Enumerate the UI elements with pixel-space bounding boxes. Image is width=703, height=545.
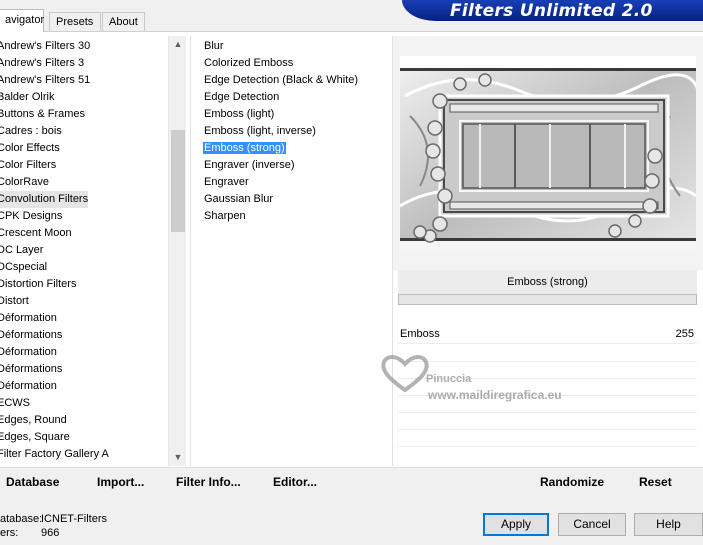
param-label: Emboss: [400, 328, 440, 340]
param-separator: [398, 343, 697, 344]
category-item[interactable]: Buttons & Frames: [0, 106, 168, 123]
banner-title: Filters Unlimited 2.0: [450, 1, 653, 21]
watermark-url: www.maildiregrafica.eu: [428, 388, 562, 402]
tab-navigator[interactable]: avigator: [0, 9, 44, 32]
scroll-thumb[interactable]: [171, 130, 185, 232]
category-item[interactable]: Déformation: [0, 378, 168, 395]
category-item[interactable]: Convolution Filters: [0, 191, 88, 208]
editor-button[interactable]: Editor...: [273, 475, 317, 489]
category-item[interactable]: Déformations: [0, 327, 168, 344]
filter-item-label: Emboss (light): [204, 108, 275, 120]
help-button[interactable]: Help: [634, 513, 703, 536]
category-item[interactable]: ColorRave: [0, 174, 168, 191]
import-button[interactable]: Import...: [97, 475, 144, 489]
tab-navigator-label: avigator: [5, 14, 45, 26]
tab-presets-label: Presets: [56, 16, 94, 28]
filter-item[interactable]: Edge Detection (Black & White): [204, 72, 384, 89]
param-separator: [398, 412, 697, 413]
filters-count-value: 966: [41, 527, 60, 539]
category-item[interactable]: Déformation: [0, 344, 168, 361]
category-scrollbar[interactable]: ▲ ▼: [168, 36, 186, 466]
tab-about[interactable]: About: [102, 12, 145, 31]
category-item[interactable]: Distortion Filters: [0, 276, 168, 293]
category-item[interactable]: Distort: [0, 293, 168, 310]
param-value: 255: [675, 328, 694, 340]
reset-button[interactable]: Reset: [639, 475, 672, 489]
database-info: atabase: ICNET-Filters: [0, 513, 107, 525]
filter-item[interactable]: Emboss (light): [204, 106, 384, 123]
filter-item-label: Gaussian Blur: [204, 193, 274, 205]
filter-item-label: Emboss (light, inverse): [204, 125, 316, 137]
category-item[interactable]: Déformation: [0, 310, 168, 327]
tab-about-label: About: [109, 16, 138, 28]
category-item[interactable]: DCspecial: [0, 259, 168, 276]
filter-item[interactable]: Gaussian Blur: [204, 191, 384, 208]
randomize-button[interactable]: Randomize: [540, 475, 604, 489]
category-item[interactable]: CPK Designs: [0, 208, 168, 225]
param-row-emboss[interactable]: Emboss 255: [398, 325, 697, 343]
filter-item[interactable]: Colorized Emboss: [204, 55, 384, 72]
filter-item[interactable]: Emboss (strong): [203, 140, 384, 157]
list-divider: [190, 36, 191, 466]
tab-presets[interactable]: Presets: [49, 12, 101, 31]
cancel-button[interactable]: Cancel: [558, 513, 626, 536]
filter-item-label: Emboss (strong): [203, 142, 286, 154]
filter-item-label: Engraver: [204, 176, 249, 188]
filter-item[interactable]: Emboss (light, inverse): [204, 123, 384, 140]
filters-count-label: ers:: [0, 527, 19, 539]
category-item[interactable]: Andrew's Filters 3: [0, 55, 168, 72]
watermark-name: Pinuccia: [426, 373, 472, 385]
category-item[interactable]: Cadres : bois: [0, 123, 168, 140]
category-item[interactable]: Edges, Round: [0, 412, 168, 429]
category-item[interactable]: Andrew's Filters 51: [0, 72, 168, 89]
filter-item-label: Sharpen: [204, 210, 246, 222]
filter-item-label: Edge Detection: [204, 91, 280, 103]
watermark-heart-icon: [378, 352, 432, 397]
category-item[interactable]: Déformations: [0, 361, 168, 378]
filter-item-label: Edge Detection (Black & White): [204, 74, 359, 86]
filter-item[interactable]: Engraver (inverse): [204, 157, 384, 174]
param-separator: [398, 429, 697, 430]
database-value: ICNET-Filters: [41, 513, 107, 525]
filters-count-info: ers: 966: [0, 527, 59, 539]
filter-item[interactable]: Blur: [204, 38, 384, 55]
database-label: atabase:: [0, 513, 43, 525]
category-item[interactable]: Crescent Moon: [0, 225, 168, 242]
scroll-down-icon[interactable]: ▼: [169, 449, 187, 466]
database-button[interactable]: Database: [6, 475, 59, 489]
scroll-up-icon[interactable]: ▲: [169, 36, 187, 53]
filter-item[interactable]: Edge Detection: [204, 89, 384, 106]
progress-bar: [398, 294, 697, 305]
filter-item-label: Engraver (inverse): [204, 159, 295, 171]
param-separator: [398, 446, 697, 447]
filter-list[interactable]: Blur Colorized Emboss Edge Detection (Blac…: [203, 38, 384, 225]
category-item[interactable]: Balder Olrik: [0, 89, 168, 106]
filter-item-label: Blur: [204, 40, 224, 52]
category-item[interactable]: Filter Factory Gallery A: [0, 446, 168, 463]
filter-item[interactable]: Sharpen: [204, 208, 384, 225]
param-separator: [398, 361, 697, 362]
category-item[interactable]: Color Filters: [0, 157, 168, 174]
preview-image: [400, 56, 696, 253]
filter-item[interactable]: Engraver: [204, 174, 384, 191]
filter-name-display: Emboss (strong): [398, 270, 697, 294]
category-list[interactable]: Andrew's Filters 30 Andrew's Filters 3 And…: [0, 38, 168, 466]
category-item[interactable]: Filter Factory Gallery B: [0, 463, 168, 466]
category-item[interactable]: ECWS: [0, 395, 168, 412]
filter-info-button[interactable]: Filter Info...: [176, 475, 241, 489]
category-item[interactable]: Color Effects: [0, 140, 168, 157]
category-item[interactable]: Andrew's Filters 30: [0, 38, 168, 55]
category-item[interactable]: Edges, Square: [0, 429, 168, 446]
category-item[interactable]: DC Layer: [0, 242, 168, 259]
filter-item-label: Colorized Emboss: [204, 57, 294, 69]
apply-button[interactable]: Apply: [483, 513, 549, 536]
